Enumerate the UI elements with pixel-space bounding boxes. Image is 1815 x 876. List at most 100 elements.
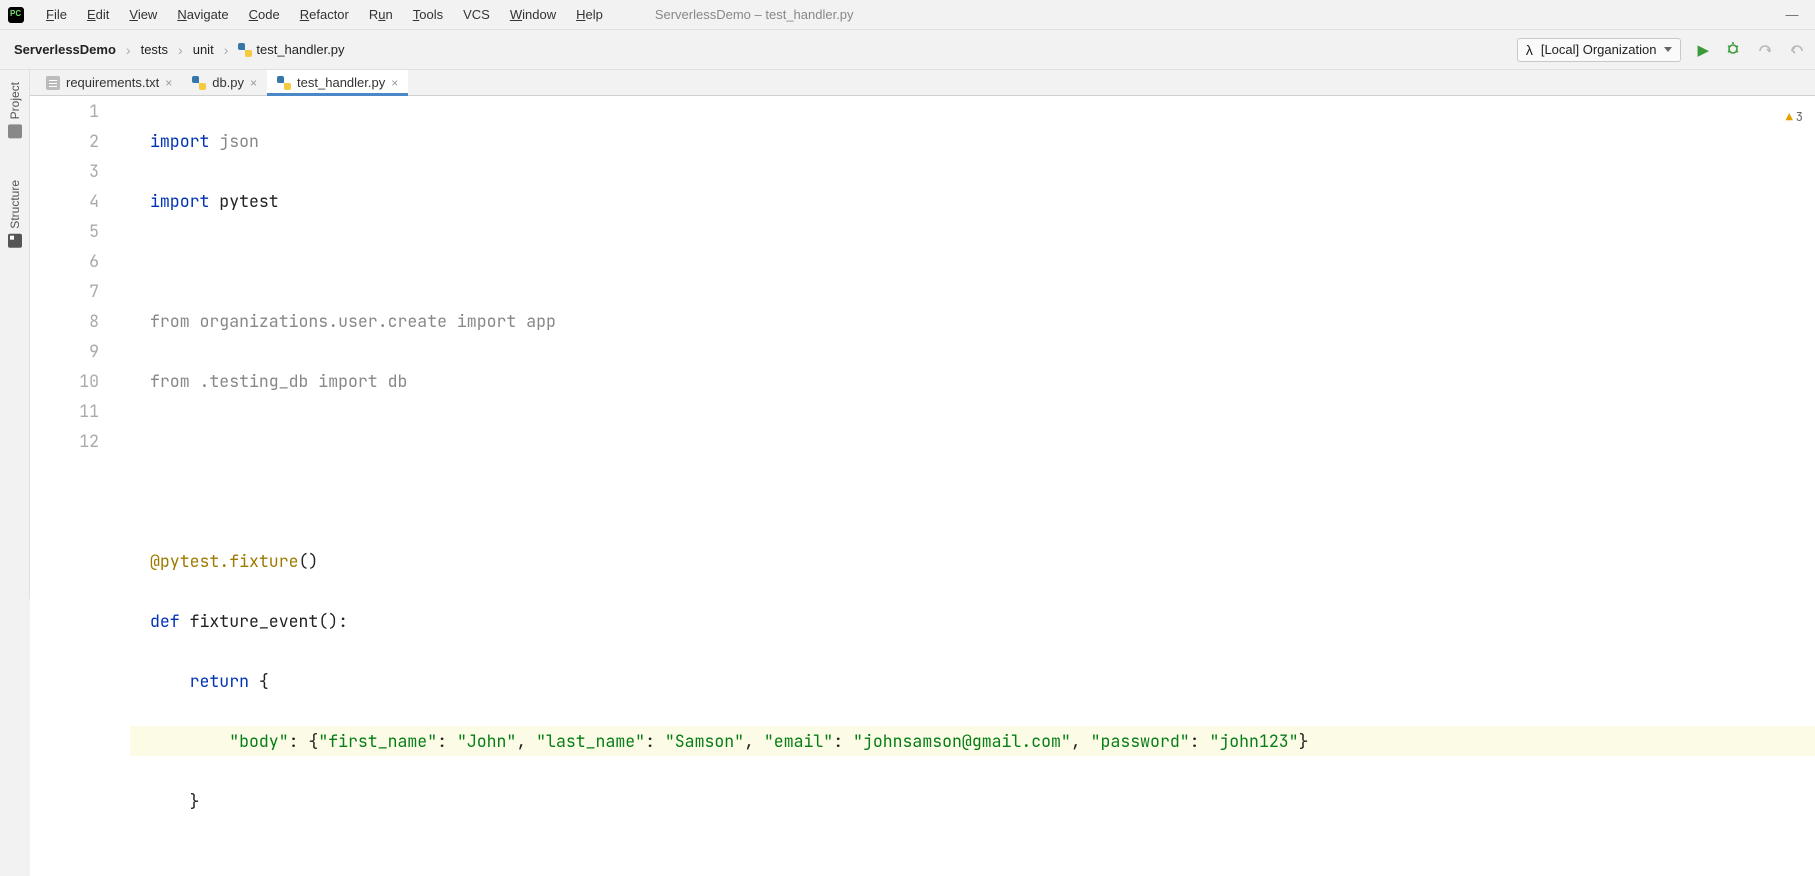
editor-tabs: requirements.txt × db.py × test_handler.… xyxy=(30,70,1815,96)
sidebar-project-label: Project xyxy=(8,82,22,119)
code-text: json xyxy=(209,130,259,152)
string: "email" xyxy=(764,730,833,752)
code-text: (): xyxy=(318,610,348,632)
code-text: pytest xyxy=(209,190,278,212)
python-file-icon xyxy=(238,43,252,57)
caret-down-icon xyxy=(1664,47,1672,52)
menu-file-label: ile xyxy=(54,7,67,22)
code-text: } xyxy=(190,790,200,812)
menu-help[interactable]: Help xyxy=(568,3,611,26)
line-number: 12 xyxy=(30,426,105,456)
menu-run[interactable]: Run xyxy=(361,3,401,26)
tab-test-handler[interactable]: test_handler.py × xyxy=(267,70,408,95)
python-file-icon xyxy=(277,76,291,90)
string: "John" xyxy=(457,730,516,752)
line-number: 4 xyxy=(30,186,105,216)
indent xyxy=(150,730,229,752)
gutter: 1 2 3 4 5 6 7 8 9 10 11 12 xyxy=(30,96,130,876)
structure-tool-icon xyxy=(8,234,22,248)
menu-tools[interactable]: Tools xyxy=(405,3,451,26)
editor-pane: requirements.txt × db.py × test_handler.… xyxy=(30,70,1815,599)
code-content[interactable]: import json import pytest from organizat… xyxy=(130,96,1815,876)
line-number: 5 xyxy=(30,216,105,246)
string: "body" xyxy=(229,730,288,752)
code-text: () xyxy=(299,550,319,572)
line-number: 1 xyxy=(30,96,105,126)
sidebar-tab-project[interactable]: Project xyxy=(6,76,24,144)
menu-window[interactable]: Window xyxy=(502,3,564,26)
code-editor[interactable]: 1 2 3 4 5 6 7 8 9 10 11 12 import json i… xyxy=(30,96,1815,876)
breadcrumb-tests[interactable]: tests xyxy=(137,40,172,59)
line-number: 11 xyxy=(30,396,105,426)
text-file-icon xyxy=(46,76,60,90)
breadcrumb-file[interactable]: test_handler.py xyxy=(234,40,348,60)
navigation-bar: ServerlessDemo › tests › unit › test_han… xyxy=(0,30,1815,70)
tab-requirements[interactable]: requirements.txt × xyxy=(36,70,182,95)
line-number: 3 xyxy=(30,156,105,186)
line-number: 8 xyxy=(30,306,105,336)
run-config-dropdown[interactable]: λ [Local] Organization xyxy=(1517,38,1682,62)
indent xyxy=(150,790,190,812)
menu-vcs[interactable]: VCS xyxy=(455,3,498,26)
line-number: 6 xyxy=(30,246,105,276)
close-icon[interactable]: × xyxy=(165,76,172,90)
tab-label: test_handler.py xyxy=(297,75,385,90)
tab-label: requirements.txt xyxy=(66,75,159,90)
left-sidebar: Project Structure xyxy=(0,70,30,599)
string: "last_name" xyxy=(536,730,645,752)
code-text: : { xyxy=(289,730,319,752)
function-name: fixture_event xyxy=(180,610,319,632)
code-text: from organizations.user.create import ap… xyxy=(150,310,556,332)
toolbar-right: λ [Local] Organization ▶ xyxy=(1517,38,1805,62)
project-tool-icon xyxy=(8,124,22,138)
menu-edit[interactable]: Edit xyxy=(79,3,117,26)
warning-icon: ▲ xyxy=(1786,102,1793,132)
sidebar-structure-label: Structure xyxy=(8,180,22,229)
chevron-right-icon: › xyxy=(126,42,131,58)
string: "johnsamson@gmail.com" xyxy=(853,730,1071,752)
python-file-icon xyxy=(192,76,206,90)
debug-button[interactable] xyxy=(1725,40,1741,60)
breadcrumb-root[interactable]: ServerlessDemo xyxy=(10,40,120,59)
string: "first_name" xyxy=(318,730,437,752)
window-title: ServerlessDemo – test_handler.py xyxy=(655,7,854,22)
inspection-widget[interactable]: ▲ 3 xyxy=(1786,102,1803,132)
line-number: 10 xyxy=(30,366,105,396)
lambda-icon: λ xyxy=(1526,42,1533,58)
menu-code[interactable]: Code xyxy=(241,3,288,26)
close-icon[interactable]: × xyxy=(250,76,257,90)
menu-refactor[interactable]: Refactor xyxy=(292,3,357,26)
decorator: @pytest.fixture xyxy=(150,550,299,572)
run-button[interactable]: ▶ xyxy=(1697,41,1709,59)
tab-db[interactable]: db.py × xyxy=(182,70,267,95)
line-number: 9 xyxy=(30,336,105,366)
chevron-right-icon: › xyxy=(224,42,229,58)
line-number: 7 xyxy=(30,276,105,306)
code-text: } xyxy=(1299,730,1309,752)
warning-count: 3 xyxy=(1796,102,1803,132)
breadcrumb-file-label: test_handler.py xyxy=(256,42,344,57)
main-area: Project Structure requirements.txt × db.… xyxy=(0,70,1815,599)
line-number: 2 xyxy=(30,126,105,156)
keyword: import xyxy=(150,190,209,212)
menu-bar: File Edit View Navigate Code Refactor Ru… xyxy=(0,0,1815,30)
app-icon xyxy=(8,7,24,23)
keyword: def xyxy=(150,610,180,632)
menu-view[interactable]: View xyxy=(121,3,165,26)
close-icon[interactable]: × xyxy=(391,76,398,90)
string: "password" xyxy=(1091,730,1190,752)
minimize-button[interactable]: — xyxy=(1785,7,1799,22)
chevron-right-icon: › xyxy=(178,42,183,58)
coverage-button[interactable] xyxy=(1757,40,1773,60)
tab-label: db.py xyxy=(212,75,244,90)
menu-navigate[interactable]: Navigate xyxy=(169,3,236,26)
rerun-button[interactable] xyxy=(1789,40,1805,60)
menu-file[interactable]: File xyxy=(38,3,75,26)
breadcrumb-unit[interactable]: unit xyxy=(189,40,218,59)
sidebar-tab-structure[interactable]: Structure xyxy=(6,174,24,254)
code-text: from .testing_db import db xyxy=(150,370,407,392)
code-text: { xyxy=(249,670,269,692)
breadcrumb: ServerlessDemo › tests › unit › test_han… xyxy=(10,40,349,60)
window-controls: — xyxy=(1785,7,1807,22)
run-config-label: [Local] Organization xyxy=(1541,42,1657,57)
